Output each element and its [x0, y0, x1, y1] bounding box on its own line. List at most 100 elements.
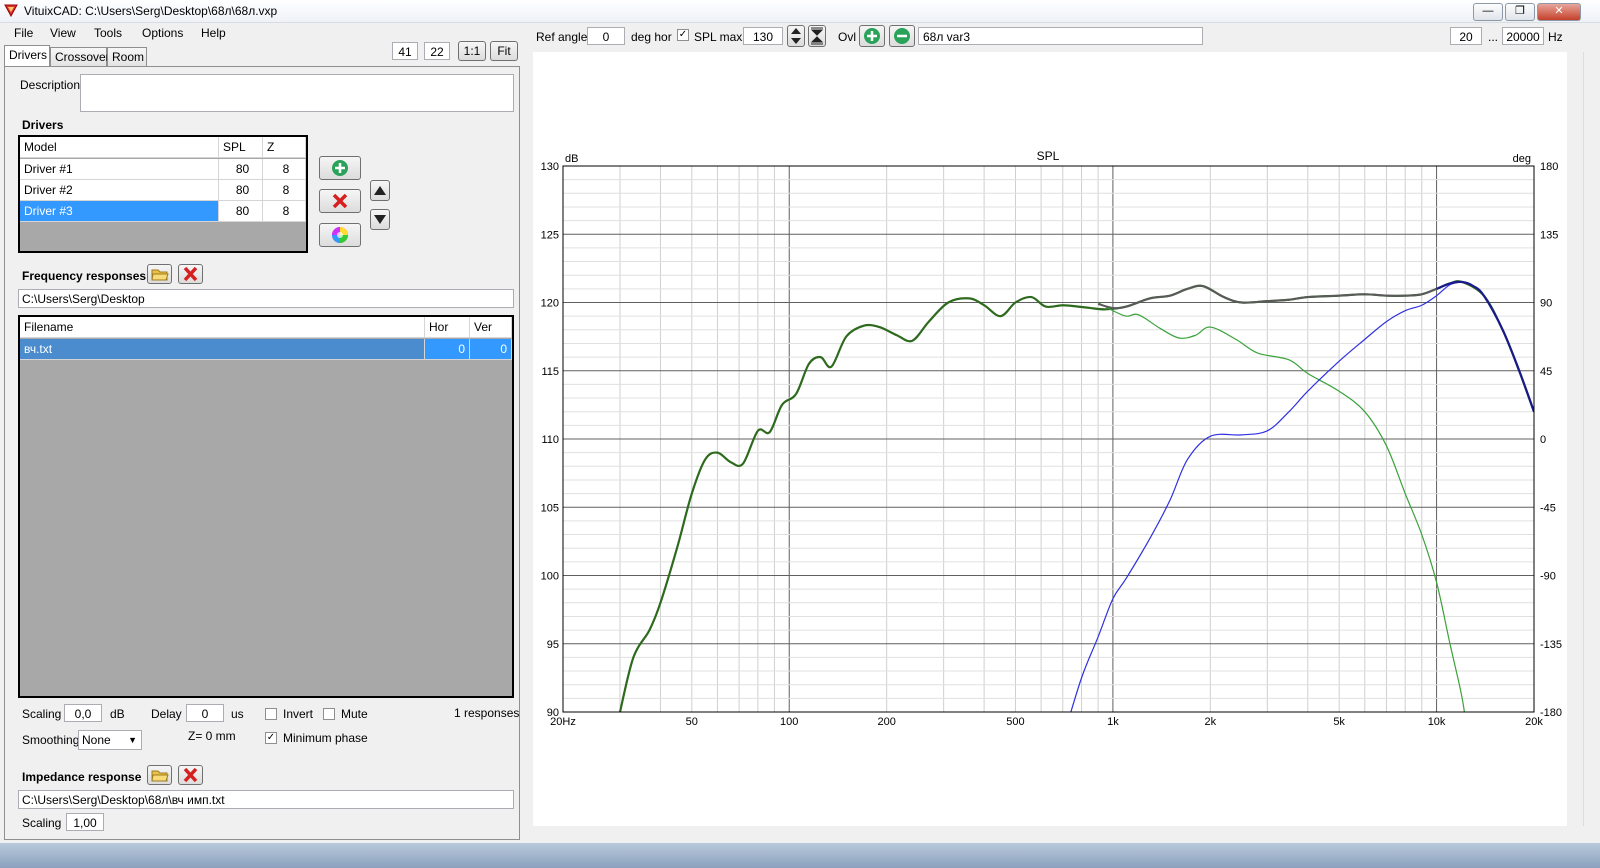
menu-file[interactable]: File — [14, 26, 33, 40]
ref-angle-label: Ref angle — [536, 30, 588, 44]
folder-open-icon — [151, 269, 169, 281]
x-tick-label: 100 — [780, 716, 798, 728]
impedance-path-field[interactable]: C:\Users\Serg\Desktop\68л\вч имп.txt — [18, 790, 514, 809]
description-input[interactable] — [80, 74, 514, 112]
driver-row-model-selected[interactable]: Driver #3 — [20, 201, 219, 222]
y2-tick-label: -135 — [1540, 639, 1562, 651]
app-logo-icon — [4, 4, 18, 17]
spin-limit-icon — [810, 27, 824, 45]
driver-row-z[interactable]: 8 — [263, 180, 306, 201]
move-up-button[interactable] — [370, 180, 390, 201]
scaling-label: Scaling — [22, 707, 62, 721]
ref-angle-input[interactable]: 0 — [587, 27, 625, 45]
col-model[interactable]: Model — [20, 137, 219, 158]
freq-file-hor[interactable]: 0 — [425, 339, 470, 360]
mute-checkbox[interactable] — [323, 708, 335, 720]
minimum-phase-checkbox[interactable]: ✓ — [265, 732, 277, 744]
maximize-button[interactable]: ❐ — [1505, 3, 1535, 21]
open-freq-button[interactable] — [147, 264, 172, 284]
spin-up-down-button[interactable] — [787, 25, 805, 47]
impedance-scaling-label: Scaling — [22, 816, 62, 830]
menu-tools[interactable]: Tools — [94, 26, 122, 40]
triangle-up-icon — [374, 186, 386, 195]
col-hor[interactable]: Hor — [425, 317, 470, 338]
spin-limit-button[interactable] — [808, 25, 826, 47]
driver-row-spl[interactable]: 80 — [219, 180, 263, 201]
freq-heading: Frequency responses — [22, 269, 147, 283]
smoothing-select[interactable]: None ▼ — [78, 730, 142, 750]
invert-checkbox[interactable] — [265, 708, 277, 720]
scaling-input[interactable]: 0,0 — [64, 704, 102, 722]
minimize-button[interactable]: — — [1473, 3, 1503, 21]
delete-impedance-button[interactable] — [178, 765, 203, 785]
zoom-y-field[interactable]: 22 — [424, 42, 450, 60]
delete-x-icon — [183, 767, 198, 783]
folder-open-icon — [151, 770, 169, 782]
col-ver[interactable]: Ver — [470, 317, 512, 338]
freq-min-input[interactable]: 20 — [1450, 27, 1482, 45]
smoothing-value: None — [82, 733, 111, 747]
chart-title: SPL — [1037, 149, 1060, 163]
smoothing-label: Smoothing — [22, 733, 80, 747]
zoom-fit-button[interactable]: Fit — [490, 41, 518, 61]
impedance-scaling-input[interactable]: 1,00 — [66, 813, 104, 831]
zoom-x-field[interactable]: 41 — [392, 42, 418, 60]
spl-chart[interactable]: SPL dB deg 20Hz 50 100 200 500 1k 2k 5k 10k 20k90… — [533, 148, 1567, 738]
driver-row-z[interactable]: 8 — [263, 159, 306, 180]
add-driver-button[interactable] — [319, 156, 361, 180]
freq-max-input[interactable]: 20000 — [1502, 27, 1544, 45]
delay-input[interactable]: 0 — [186, 704, 224, 722]
col-filename[interactable]: Filename — [20, 317, 425, 338]
driver-row-spl[interactable]: 80 — [219, 201, 263, 222]
z-offset-info: Z= 0 mm — [188, 729, 236, 743]
menu-options[interactable]: Options — [142, 26, 183, 40]
remove-variant-button[interactable] — [889, 25, 915, 47]
y-tick-label: 95 — [547, 639, 559, 651]
freq-path-field[interactable]: C:\Users\Serg\Desktop — [18, 289, 514, 308]
delay-label: Delay — [151, 707, 182, 721]
tab-room[interactable]: Room — [107, 47, 147, 66]
zoom-1to1-button[interactable]: 1:1 — [458, 41, 486, 61]
menu-help[interactable]: Help — [201, 26, 226, 40]
color-wheel-icon — [332, 227, 348, 243]
tab-crossover[interactable]: Crossover — [50, 47, 110, 66]
description-label: Description — [20, 78, 81, 92]
move-down-button[interactable] — [370, 209, 390, 230]
y2-axis-unit: deg — [1513, 153, 1531, 165]
scaling-unit: dB — [110, 707, 125, 721]
y-tick-label: 100 — [541, 571, 559, 583]
col-spl[interactable]: SPL — [219, 137, 263, 158]
freq-file-row[interactable]: вч.txt — [20, 339, 425, 360]
open-impedance-button[interactable] — [147, 765, 172, 785]
driver-row-model[interactable]: Driver #2 — [20, 180, 219, 201]
remove-driver-button[interactable] — [319, 189, 361, 213]
range-ellipsis: ... — [1488, 30, 1499, 44]
hz-label: Hz — [1548, 30, 1563, 44]
tab-drivers[interactable]: Drivers — [4, 45, 50, 67]
driver-row-model[interactable]: Driver #1 — [20, 159, 219, 180]
variant-name-input[interactable]: 68л var3 — [918, 27, 1203, 45]
y-tick-label: 130 — [541, 161, 559, 173]
chevron-down-icon: ▼ — [128, 735, 137, 745]
series-line-3 — [1436, 280, 1534, 413]
close-button[interactable]: ✕ — [1537, 3, 1581, 21]
drivers-table: Model SPL Z Driver #1 80 8 Driver #2 80 … — [18, 135, 308, 253]
menu-view[interactable]: View — [50, 26, 76, 40]
driver-color-button[interactable] — [319, 223, 361, 247]
spin-arrows-icon — [791, 28, 801, 44]
y-tick-label: 90 — [547, 707, 559, 719]
y2-tick-label: 135 — [1540, 229, 1558, 241]
chart-series — [618, 280, 1534, 712]
y2-tick-label: -180 — [1540, 707, 1562, 719]
x-tick-label: 5k — [1333, 716, 1345, 728]
vertical-scrollbar[interactable] — [1583, 52, 1599, 826]
spl-max-checkbox[interactable]: ✓ — [677, 29, 689, 41]
delete-freq-button[interactable] — [178, 264, 203, 284]
driver-row-z[interactable]: 8 — [263, 201, 306, 222]
spl-max-input[interactable]: 130 — [743, 27, 783, 45]
freq-file-ver[interactable]: 0 — [470, 339, 512, 360]
add-variant-button[interactable] — [859, 25, 885, 47]
y-tick-label: 115 — [541, 366, 559, 378]
driver-row-spl[interactable]: 80 — [219, 159, 263, 180]
col-z[interactable]: Z — [263, 137, 306, 158]
